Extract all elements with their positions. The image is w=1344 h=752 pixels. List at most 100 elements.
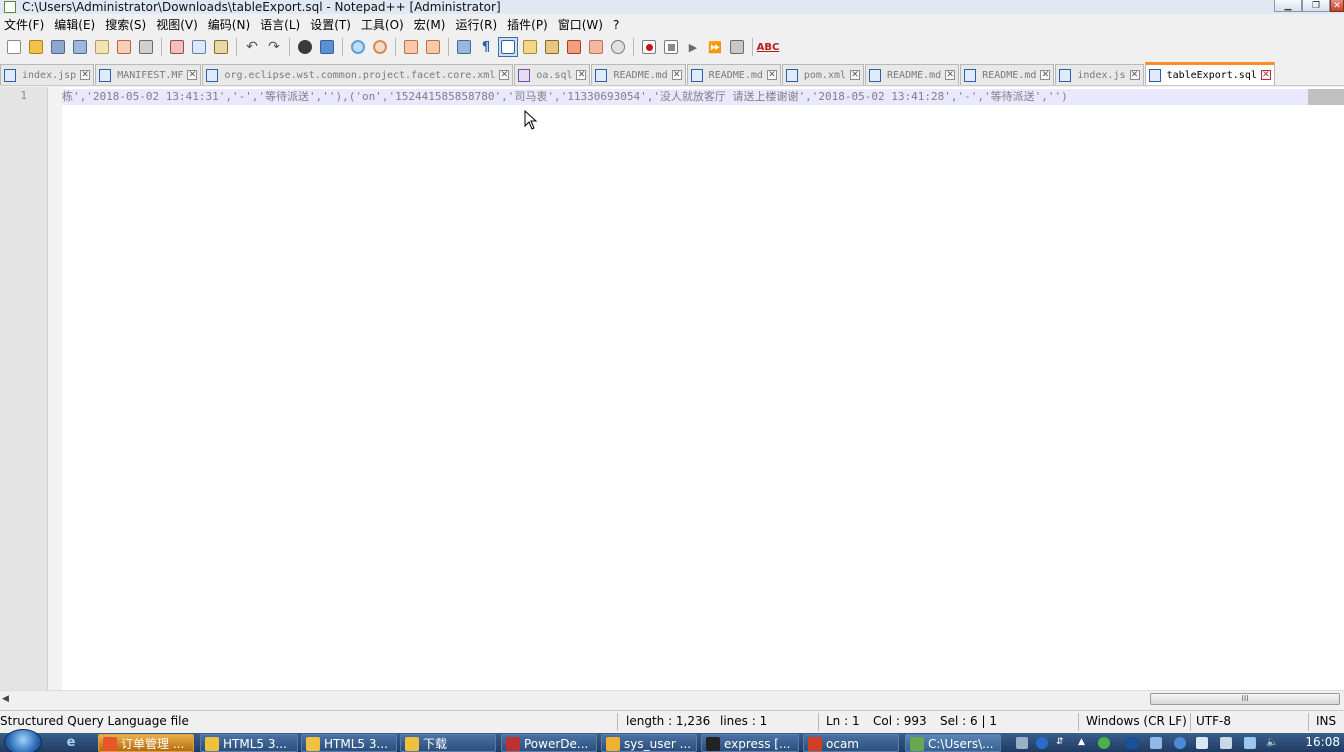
- clock[interactable]: 16:08: [1305, 735, 1340, 749]
- taskbar-item-express[interactable]: express [...: [701, 734, 799, 752]
- menu-macro[interactable]: 宏(M): [410, 16, 452, 34]
- menu-language[interactable]: 语言(L): [256, 16, 306, 34]
- function-list-button[interactable]: [564, 37, 584, 57]
- maximize-button[interactable]: ❐: [1302, 0, 1330, 12]
- monitor-button[interactable]: [608, 37, 628, 57]
- menu-search[interactable]: 搜索(S): [101, 16, 152, 34]
- close-file-button[interactable]: [92, 37, 112, 57]
- paste-button[interactable]: [211, 37, 231, 57]
- close-window-button[interactable]: ✕: [1330, 0, 1344, 12]
- language-bar-icon[interactable]: ⇵: [1056, 737, 1068, 749]
- taskbar-item-ocam[interactable]: ocam: [803, 734, 899, 752]
- folder-workspace-button[interactable]: [586, 37, 606, 57]
- bluetooth-icon[interactable]: [1126, 737, 1138, 749]
- tab-index-js[interactable]: index.js ✕: [1055, 64, 1144, 85]
- tab-close-icon[interactable]: ✕: [850, 70, 861, 80]
- copy-button[interactable]: [189, 37, 209, 57]
- tab-close-icon[interactable]: ✕: [945, 70, 956, 80]
- spell-check-button[interactable]: ABC: [757, 37, 780, 57]
- zoom-out-button[interactable]: [370, 37, 390, 57]
- tab-tableexport-sql[interactable]: tableExport.sql ✕: [1144, 62, 1275, 85]
- save-all-button[interactable]: [70, 37, 90, 57]
- tab-oa-sql[interactable]: oa.sql ✕: [514, 64, 591, 85]
- run-macro-multiple-button[interactable]: ⏩: [705, 37, 725, 57]
- tab-readme-3[interactable]: README.md ✕: [865, 64, 960, 85]
- save-button[interactable]: [48, 37, 68, 57]
- find-button[interactable]: [295, 37, 315, 57]
- tab-close-icon[interactable]: ✕: [671, 70, 682, 80]
- play-macro-button[interactable]: ▶: [683, 37, 703, 57]
- tab-pom-xml[interactable]: pom.xml ✕: [781, 64, 865, 85]
- tab-close-icon[interactable]: ✕: [576, 70, 587, 80]
- taskbar-item-notepadpp[interactable]: C:\Users\...: [905, 734, 1001, 752]
- tab-close-icon[interactable]: ✕: [187, 70, 198, 80]
- sync-horizontal-button[interactable]: [423, 37, 443, 57]
- tab-readme-1[interactable]: README.md ✕: [591, 64, 686, 85]
- editor-area[interactable]: 1 栋','2018-05-02 13:41:31','-','等待派送',''…: [0, 87, 1344, 690]
- menu-settings[interactable]: 设置(T): [306, 16, 357, 34]
- tab-readme-4[interactable]: README.md ✕: [960, 64, 1055, 85]
- menu-view[interactable]: 视图(V): [152, 16, 204, 34]
- zoom-in-button[interactable]: [348, 37, 368, 57]
- network-icon[interactable]: [1244, 737, 1256, 749]
- taskbar-item-folder-2[interactable]: HTML5 3...: [301, 734, 397, 752]
- user-icon[interactable]: [1196, 737, 1208, 749]
- usb-icon[interactable]: [1220, 737, 1232, 749]
- security-icon[interactable]: [1150, 737, 1162, 749]
- fold-margin[interactable]: [48, 87, 62, 690]
- tab-close-icon[interactable]: ✕: [766, 70, 777, 80]
- menu-run[interactable]: 运行(R): [451, 16, 503, 34]
- taskbar-item-downloads[interactable]: 下载: [400, 734, 496, 752]
- tab-close-icon[interactable]: ✕: [1040, 70, 1051, 80]
- help-icon[interactable]: [1036, 737, 1048, 749]
- indent-guide-button[interactable]: [498, 37, 518, 57]
- taskbar-item-sys-user[interactable]: sys_user ...: [601, 734, 697, 752]
- sync-vertical-button[interactable]: [401, 37, 421, 57]
- taskbar-item-chrome[interactable]: 订单管理 ...: [98, 734, 194, 752]
- tab-close-icon[interactable]: ✕: [499, 70, 510, 80]
- save-macro-button[interactable]: [727, 37, 747, 57]
- stop-record-button[interactable]: [661, 37, 681, 57]
- print-button[interactable]: [136, 37, 156, 57]
- undo-button[interactable]: ↶: [242, 37, 262, 57]
- show-hidden-icons[interactable]: ▲: [1078, 737, 1090, 749]
- taskbar-item-powerdesigner[interactable]: PowerDe...: [501, 734, 597, 752]
- tab-facet-core-xml[interactable]: org.eclipse.wst.common.project.facet.cor…: [202, 64, 514, 85]
- word-wrap-button[interactable]: [454, 37, 474, 57]
- minimize-button[interactable]: ▁: [1274, 0, 1302, 12]
- tab-index-jsp[interactable]: index.jsp ✕: [0, 64, 95, 85]
- keyboard-icon[interactable]: [1016, 737, 1028, 749]
- tab-close-icon[interactable]: ✕: [1260, 70, 1271, 80]
- menu-window[interactable]: 窗口(W): [554, 16, 609, 34]
- show-all-chars-button[interactable]: ¶: [476, 37, 496, 57]
- tab-readme-2[interactable]: README.md ✕: [686, 64, 781, 85]
- scroll-left-icon[interactable]: ◀: [2, 694, 9, 704]
- tab-close-icon[interactable]: ✕: [80, 70, 91, 80]
- start-button[interactable]: [4, 729, 42, 752]
- replace-button[interactable]: [317, 37, 337, 57]
- user-language-button[interactable]: [520, 37, 540, 57]
- menu-plugins[interactable]: 插件(P): [503, 16, 554, 34]
- new-file-button[interactable]: [4, 37, 24, 57]
- scrollbar-thumb[interactable]: III: [1150, 693, 1340, 705]
- menu-tools[interactable]: 工具(O): [357, 16, 410, 34]
- menu-edit[interactable]: 编辑(E): [50, 16, 101, 34]
- menu-help[interactable]: ?: [609, 16, 625, 34]
- close-all-button[interactable]: [114, 37, 134, 57]
- horizontal-scrollbar[interactable]: ◀ III: [0, 690, 1344, 706]
- tab-manifest[interactable]: MANIFEST.MF ✕: [95, 64, 202, 85]
- network-app-icon[interactable]: [1174, 737, 1186, 749]
- redo-button[interactable]: ↷: [264, 37, 284, 57]
- menu-encoding[interactable]: 编码(N): [204, 16, 256, 34]
- cut-button[interactable]: [167, 37, 187, 57]
- internet-explorer-icon[interactable]: e: [62, 735, 80, 750]
- wechat-icon[interactable]: [1098, 737, 1110, 749]
- tab-close-icon[interactable]: ✕: [1129, 70, 1140, 80]
- code-line[interactable]: 栋','2018-05-02 13:41:31','-','等待派送',''),…: [62, 89, 1344, 105]
- doc-map-button[interactable]: [542, 37, 562, 57]
- record-macro-button[interactable]: [639, 37, 659, 57]
- open-file-button[interactable]: [26, 37, 46, 57]
- menu-file[interactable]: 文件(F): [0, 16, 50, 34]
- volume-icon[interactable]: 🔈: [1266, 737, 1278, 749]
- taskbar-item-folder-1[interactable]: HTML5 3...: [200, 734, 298, 752]
